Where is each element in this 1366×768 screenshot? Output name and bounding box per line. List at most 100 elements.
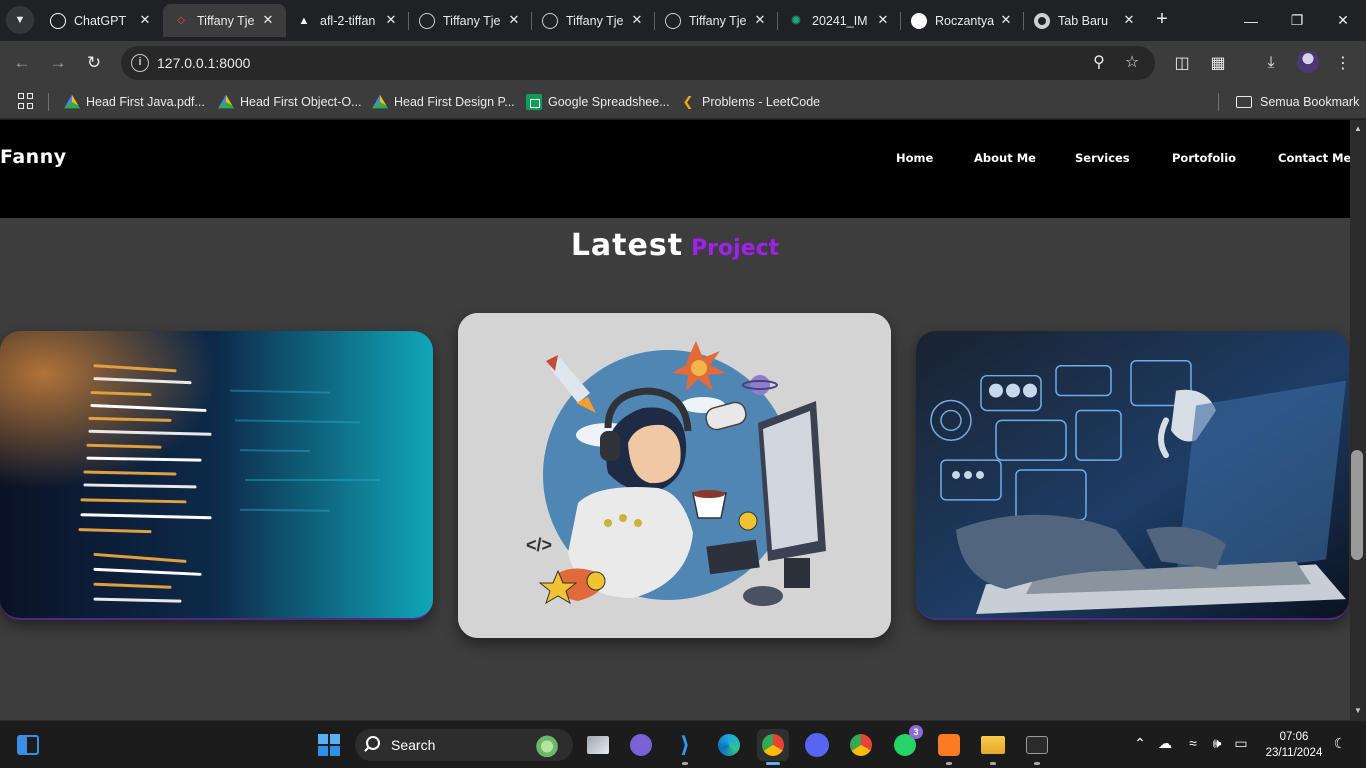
windows-logo-icon	[318, 734, 340, 756]
do-not-disturb-moon-icon[interactable]: ☾	[1330, 735, 1350, 752]
close-icon[interactable]: ✕	[1121, 12, 1137, 28]
page-viewport: Fanny Home About Me Services Portofolio …	[0, 120, 1366, 720]
bookmark-head-first-design[interactable]: Head First Design P...	[372, 93, 515, 111]
close-icon[interactable]: ✕	[137, 12, 153, 28]
all-bookmarks-folder[interactable]: Semua Bookmark	[1236, 93, 1359, 111]
folder-icon	[1236, 96, 1252, 108]
tab-chatgpt[interactable]: ChatGPT ✕	[40, 4, 163, 37]
new-tab-button[interactable]: +	[1150, 8, 1174, 32]
close-icon[interactable]: ✕	[383, 12, 399, 28]
menu-button[interactable]: ⋮	[1330, 50, 1356, 76]
vscode-icon: ⟩	[679, 732, 691, 757]
tab-afl[interactable]: ▲ afl-2-tiffan ✕	[286, 4, 409, 37]
downloads-button[interactable]: ⤓	[1258, 50, 1284, 76]
laravel-icon: ◇	[177, 15, 185, 26]
bookmark-leetcode[interactable]: ❮ Problems - LeetCode	[680, 93, 821, 111]
whatsapp-button[interactable]: 3	[889, 725, 923, 761]
teams-meet-button[interactable]	[625, 729, 657, 761]
discord-button[interactable]	[801, 729, 833, 761]
wifi-icon[interactable]: ≈	[1183, 735, 1203, 751]
profile-avatar[interactable]	[1297, 51, 1319, 73]
nav-about-me[interactable]: About Me	[974, 151, 1036, 165]
drive-icon	[372, 94, 388, 109]
close-window-button[interactable]: ✕	[1320, 0, 1366, 41]
nav-contact-me[interactable]: Contact Me	[1278, 151, 1351, 165]
system-clock[interactable]: 07:06 23/11/2024	[1262, 729, 1326, 761]
forward-button[interactable]: →	[45, 50, 71, 76]
address-bar[interactable]: i 127.0.0.1:8000 ⚲ ☆	[121, 46, 1155, 80]
site-info-icon[interactable]: i	[131, 54, 149, 72]
folder-icon	[981, 736, 1005, 754]
nav-services[interactable]: Services	[1075, 151, 1130, 165]
site-logo[interactable]: Fanny	[0, 146, 67, 168]
scroll-up-arrow-icon[interactable]: ▲	[1350, 122, 1366, 136]
show-hidden-icons-chevron-icon[interactable]: ⌃	[1130, 735, 1150, 752]
close-icon: ✕	[1337, 12, 1349, 28]
bookmark-head-first-java[interactable]: Head First Java.pdf...	[64, 93, 205, 111]
close-icon[interactable]: ✕	[998, 12, 1014, 28]
close-icon[interactable]: ✕	[629, 12, 645, 28]
laptop-ai-image[interactable]	[916, 331, 1349, 620]
address-url[interactable]: 127.0.0.1:8000	[157, 55, 250, 71]
chatgpt-icon	[50, 12, 66, 29]
minimize-button[interactable]: —	[1228, 0, 1274, 41]
laptop-ai-graphic	[916, 331, 1349, 618]
chrome-profile-button[interactable]	[845, 729, 877, 761]
task-view-button[interactable]	[582, 729, 614, 761]
back-button[interactable]: ←	[9, 50, 35, 76]
code-symbol-icon: </>	[526, 535, 552, 555]
tab-github[interactable]: Roczantya ✕	[901, 4, 1024, 37]
onedrive-offline-icon[interactable]: ☁	[1155, 735, 1175, 752]
scrollbar-thumb[interactable]	[1351, 450, 1363, 560]
taskbar-search[interactable]: Search	[355, 729, 573, 761]
terminal-icon	[1026, 736, 1048, 754]
restore-icon: ❐	[1290, 12, 1304, 28]
chrome-icon	[1034, 12, 1050, 29]
task-view-icon	[587, 736, 609, 754]
discord-icon	[805, 733, 829, 757]
close-icon[interactable]: ✕	[260, 12, 276, 28]
terminal-button[interactable]	[1021, 729, 1053, 765]
bookmark-google-spreadsheet[interactable]: Google Spreadshee...	[526, 93, 670, 111]
close-icon[interactable]: ✕	[875, 12, 891, 28]
edge-button[interactable]	[713, 729, 745, 761]
widgets-icon	[17, 735, 39, 755]
bookmark-head-first-object[interactable]: Head First Object-O...	[218, 93, 362, 111]
tab-tiffany-4[interactable]: Tiffany Tje ✕	[655, 4, 778, 37]
reload-button[interactable]: ↻	[81, 50, 107, 76]
apps-grid-icon[interactable]	[18, 93, 34, 109]
tab-tiffany-active[interactable]: ◇ Tiffany Tje ✕	[163, 4, 286, 37]
sheets-icon	[526, 94, 542, 110]
close-icon[interactable]: ✕	[506, 12, 522, 28]
vscode-button[interactable]: ⟩	[669, 729, 701, 765]
extension-pinned-button[interactable]: ◫	[1169, 50, 1195, 76]
chrome-button[interactable]	[757, 729, 789, 765]
tab-new-tab[interactable]: Tab Baru ✕	[1024, 4, 1147, 37]
close-icon[interactable]: ✕	[752, 12, 768, 28]
chrome-icon	[762, 734, 784, 756]
file-explorer-button[interactable]	[977, 729, 1009, 765]
search-highlight-image	[529, 731, 565, 759]
tab-search-button[interactable]: ▼	[6, 6, 34, 34]
developer-illustration-image[interactable]: </>	[458, 313, 891, 638]
start-button[interactable]	[313, 729, 345, 761]
widgets-button[interactable]	[12, 729, 44, 761]
battery-icon[interactable]: ▭	[1231, 735, 1251, 752]
extension-app-icon: ◫	[1174, 55, 1190, 72]
tab-tiffany-2[interactable]: Tiffany Tje ✕	[409, 4, 532, 37]
xampp-button[interactable]	[933, 729, 965, 765]
code-screen-image[interactable]	[0, 331, 433, 620]
zoom-icon[interactable]: ⚲	[1089, 53, 1109, 73]
page-scrollbar[interactable]	[1350, 120, 1366, 720]
restore-button[interactable]: ❐	[1274, 0, 1320, 41]
nav-portofolio[interactable]: Portofolio	[1172, 151, 1236, 165]
plus-icon: +	[1156, 8, 1168, 30]
volume-icon[interactable]: 🕪	[1207, 735, 1227, 752]
extensions-button[interactable]: ▦	[1205, 50, 1231, 76]
tab-tiffany-3[interactable]: Tiffany Tje ✕	[532, 4, 655, 37]
scroll-down-arrow-icon[interactable]: ▼	[1350, 704, 1366, 718]
nav-home[interactable]: Home	[896, 151, 933, 165]
reload-icon: ↻	[86, 53, 102, 72]
tab-20241[interactable]: ✹ 20241_IM ✕	[778, 4, 901, 37]
bookmark-star-icon[interactable]: ☆	[1122, 53, 1142, 73]
